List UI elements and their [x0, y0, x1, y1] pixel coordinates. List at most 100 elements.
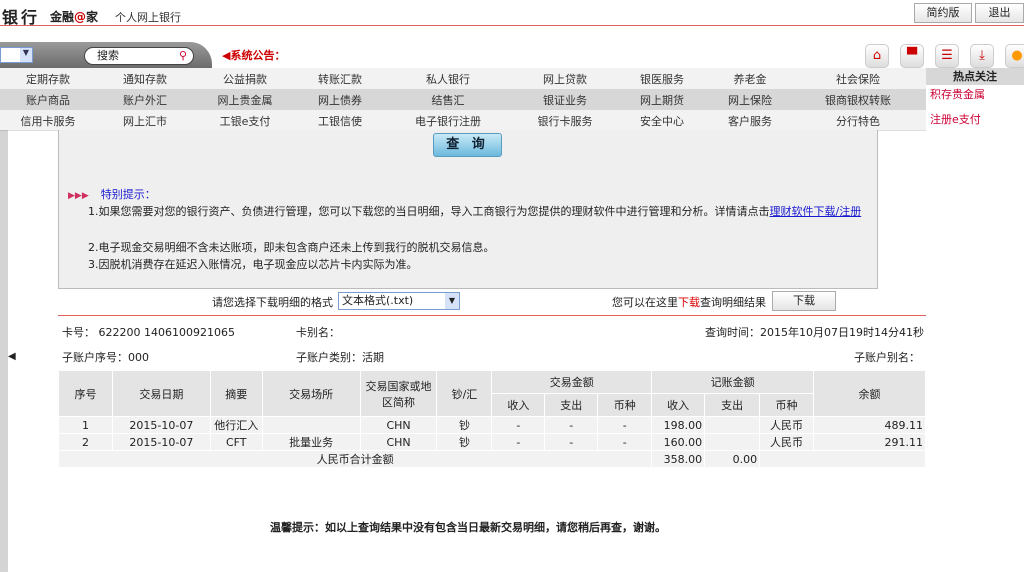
- menu-item[interactable]: 账户商品: [26, 92, 70, 108]
- cell-t-in: -: [491, 433, 546, 451]
- cell-balance: 489.11: [813, 416, 926, 434]
- menu-item[interactable]: 银医服务: [640, 71, 684, 87]
- col-date: 交易日期: [111, 370, 211, 417]
- col-trade-cur: 币种: [597, 393, 653, 417]
- contacts-icon[interactable]: ☰: [935, 44, 959, 68]
- cell-date: 2015-10-07: [111, 416, 211, 434]
- collapse-arrow-icon[interactable]: ◀: [8, 351, 16, 362]
- cell-t-out: -: [544, 433, 599, 451]
- account-select[interactable]: ▼: [0, 47, 33, 63]
- col-book-amount: 记账金额: [651, 370, 815, 394]
- format-select[interactable]: 文本格式(.txt) ▼: [338, 292, 460, 310]
- table-row: 2 2015-10-07 CFT 批量业务 CHN 钞 - - -160.00 人民币 291.11: [58, 433, 926, 451]
- sub-account-no: 子账户序号：000: [62, 351, 149, 364]
- cell-t-out: -: [544, 416, 599, 434]
- notice-label: 系统公告：: [230, 49, 286, 62]
- brand-part: 家: [86, 10, 99, 24]
- warm-tip: 温馨提示：如以上查询结果中没有包含当日最新交易明细，请您稍后再查，谢谢。: [270, 521, 666, 534]
- cell-t-cur: -: [597, 416, 653, 434]
- hot-topics-title: 热点关注: [926, 68, 1024, 85]
- total-in: 358.00: [651, 450, 706, 468]
- tip-3: 3.因脱机消费存在延迟入账情况，电子现金应以芯片卡内实际为准。: [88, 258, 418, 271]
- hot-link[interactable]: 注册e支付: [930, 111, 981, 127]
- divider: [0, 25, 1024, 26]
- cell-summary: CFT: [209, 433, 263, 451]
- search-input[interactable]: 搜索 ⚲: [84, 47, 194, 65]
- cell-b-out: [704, 433, 761, 451]
- menu-item[interactable]: 工银信使: [318, 113, 362, 129]
- tip-1: 1.如果您需要对您的银行资产、负债进行管理，您可以下载您的当日明细，导入工商银行…: [68, 203, 868, 221]
- menu-item[interactable]: 社会保险: [836, 71, 880, 87]
- download-button[interactable]: 下载: [772, 291, 836, 311]
- menu-item[interactable]: 网上汇市: [123, 113, 167, 129]
- query-button[interactable]: 查 询: [433, 133, 502, 157]
- chevron-down-icon: ▼: [20, 48, 32, 62]
- hot-link[interactable]: 积存贵金属: [930, 86, 985, 102]
- menu-item[interactable]: 电子银行注册: [415, 113, 481, 129]
- menu-item[interactable]: 网上债券: [318, 92, 362, 108]
- search-icon[interactable]: ⚲: [179, 48, 187, 64]
- sub-account-alias: 子账户别名：: [854, 351, 920, 364]
- col-trade-amount: 交易金额: [491, 370, 653, 394]
- search-placeholder: 搜索: [97, 49, 119, 62]
- menu-item[interactable]: 定期存款: [26, 71, 70, 87]
- menu-item[interactable]: 客户服务: [728, 113, 772, 129]
- service-icon[interactable]: ●: [1005, 44, 1024, 68]
- finance-software-link[interactable]: 理财软件下载/注册: [770, 205, 862, 218]
- hint-post: 查询明细结果: [700, 296, 766, 309]
- cart-icon[interactable]: ▀: [900, 44, 924, 68]
- menu-item[interactable]: 安全中心: [640, 113, 684, 129]
- home-icon[interactable]: ⌂: [865, 44, 889, 68]
- tip-1-text: 1.如果您需要对您的银行资产、负债进行管理，您可以下载您的当日明细，导入工商银行…: [88, 205, 770, 218]
- cell-date: 2015-10-07: [111, 433, 211, 451]
- menu-item[interactable]: 网上贵金属: [218, 92, 273, 108]
- cell-balance: 291.11: [813, 433, 926, 451]
- menu-item[interactable]: 账户外汇: [123, 92, 167, 108]
- transactions-table: 序号 交易日期 摘要 交易场所 交易国家或地区简称 钞/汇 交易金额 记账金额 余额 收入 支出币…: [57, 370, 926, 468]
- tips-heading: ▶▶▶ 特别提示：: [68, 186, 156, 202]
- query-time: 查询时间：2015年10月07日19时14分41秒: [705, 326, 924, 339]
- menu-item[interactable]: 银商银权转账: [825, 92, 891, 108]
- col-book-in: 收入: [651, 393, 706, 417]
- menu-item[interactable]: 银证业务: [543, 92, 587, 108]
- cell-t-cur: -: [597, 433, 653, 451]
- logout-button[interactable]: 退出: [975, 3, 1024, 23]
- total-out: 0.00: [704, 450, 761, 468]
- menu-item[interactable]: 通知存款: [123, 71, 167, 87]
- divider: [58, 315, 926, 316]
- left-panel-handle[interactable]: [0, 130, 8, 572]
- menu-item[interactable]: 转账汇款: [318, 71, 362, 87]
- page-title: 个人网上银行: [115, 11, 181, 24]
- cell-summary: 他行汇入: [209, 416, 263, 434]
- total-row: 人民币合计金额 358.00 0.00: [57, 450, 926, 468]
- menu-item[interactable]: 养老金: [734, 71, 767, 87]
- arrows-icon: ▶▶▶: [68, 191, 89, 201]
- cell-country: CHN: [359, 416, 438, 434]
- sub-account-type: 子账户类别：活期: [296, 351, 384, 364]
- download-icon[interactable]: ⤓: [970, 44, 994, 68]
- menu-item[interactable]: 工银e支付: [220, 113, 271, 129]
- col-trade-out: 支出: [544, 393, 599, 417]
- total-label: 人民币合计金额: [57, 450, 653, 468]
- tips-heading-text: 特别提示：: [100, 188, 156, 201]
- menu-item[interactable]: 网上期货: [640, 92, 684, 108]
- cell-seq: 2: [58, 433, 113, 451]
- menu-item[interactable]: 银行卡服务: [538, 113, 593, 129]
- menu-item[interactable]: 分行特色: [836, 113, 880, 129]
- menu-item[interactable]: 结售汇: [432, 92, 465, 108]
- menu-item[interactable]: 私人银行: [426, 71, 470, 87]
- format-label: 请您选择下载明细的格式: [212, 296, 333, 309]
- menu-item[interactable]: 公益捐款: [223, 71, 267, 87]
- simple-version-button[interactable]: 简约版: [914, 3, 972, 23]
- system-notice[interactable]: ◀系统公告：: [222, 47, 285, 63]
- chevron-down-icon: ▼: [445, 293, 459, 309]
- menu-item[interactable]: 网上保险: [728, 92, 772, 108]
- col-summary: 摘要: [209, 370, 263, 417]
- card-number: 卡号： 622200 1406100921065: [62, 326, 235, 339]
- tip-2: 2.电子现金交易明细不含未达账项，即未包含商户还未上传到我行的脱机交易信息。: [88, 241, 495, 254]
- cell-b-in: 198.00: [651, 416, 706, 434]
- menu-item[interactable]: 网上贷款: [543, 71, 587, 87]
- cell-b-cur: 人民币: [759, 416, 815, 434]
- cell-country: CHN: [359, 433, 438, 451]
- menu-item[interactable]: 信用卡服务: [21, 113, 76, 129]
